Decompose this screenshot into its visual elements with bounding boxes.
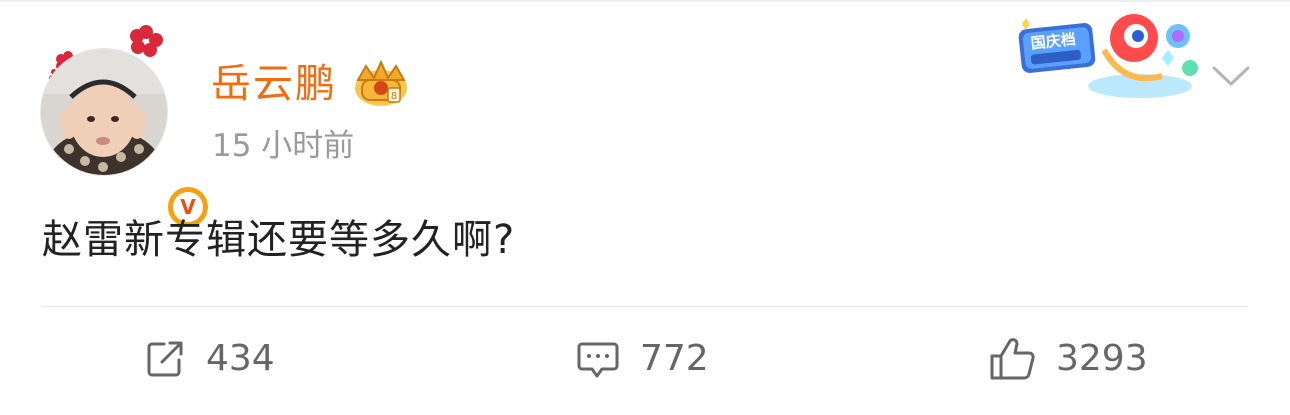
username[interactable]: 岳云鹏 [211,58,337,110]
like-count: 3293 [1056,338,1148,379]
comment-icon [577,342,619,378]
repost-count: 434 [206,338,275,379]
post-timestamp: 15 小时前 [212,128,355,164]
svg-text:8: 8 [391,91,397,102]
top-divider [0,0,1290,2]
avatar-container[interactable]: V [40,25,211,230]
like-button[interactable]: 3293 [988,334,1148,384]
comment-button[interactable]: 772 [576,334,709,384]
repost-button[interactable]: 434 [144,334,275,384]
comment-count: 772 [640,338,709,379]
action-divider [42,306,1248,307]
chevron-down-icon[interactable] [1210,62,1252,88]
crown-vip-icon[interactable]: 8 [352,58,410,108]
mascot-promo-icon[interactable]: 国庆档 [1012,6,1204,102]
avatar[interactable] [40,48,168,176]
post-text[interactable]: 赵雷新专辑还要等多久啊? [42,214,515,266]
thumbs-up-icon [990,338,1035,380]
repost-icon [147,341,183,377]
